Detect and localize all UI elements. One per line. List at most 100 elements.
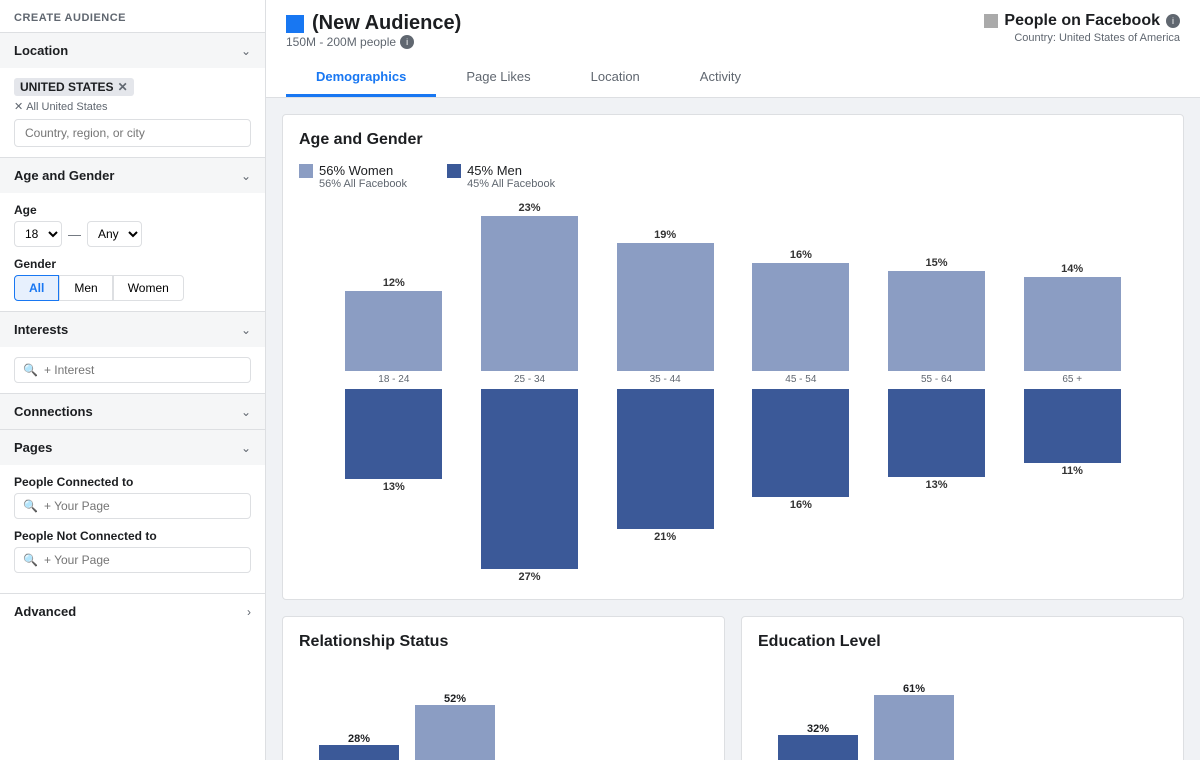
edu-bar-rect-1: [778, 735, 858, 760]
interests-label: Interests: [14, 322, 68, 337]
audience-info-icon[interactable]: i: [400, 35, 414, 49]
women-bars-row: 12% 23% 19% 16% 15% 14%: [299, 202, 1167, 371]
audience-icon: [286, 15, 304, 33]
audience-name-row: (New Audience): [286, 12, 461, 35]
interests-content: 🔍: [0, 347, 265, 393]
audience-size-row: 150M - 200M people i: [286, 35, 461, 49]
fb-info-icon[interactable]: i: [1166, 14, 1180, 28]
pages-chevron: ⌄: [241, 441, 251, 455]
men-pct: 13%: [926, 479, 948, 491]
location-input[interactable]: [14, 119, 251, 147]
location-remove-icon[interactable]: ✕: [118, 80, 128, 94]
tab-location[interactable]: Location: [561, 59, 670, 97]
edu-bar-2: 61%: [874, 683, 954, 760]
women-pct: 23%: [518, 202, 540, 214]
men-pct: 21%: [654, 531, 676, 543]
connections-chevron: ⌄: [241, 405, 251, 419]
not-connected-search-icon: 🔍: [23, 553, 38, 567]
people-connected-label: People Connected to: [14, 475, 251, 489]
women-pct: 14%: [1061, 263, 1083, 275]
men-bar-group: 11%: [1007, 389, 1137, 477]
men-bar-rect: [1024, 389, 1121, 463]
pages-content: People Connected to 🔍 People Not Connect…: [0, 465, 265, 593]
location-sub-remove[interactable]: ✕: [14, 100, 23, 113]
women-bar-group: 12%: [329, 277, 459, 371]
men-bar-rect: [481, 389, 578, 569]
advanced-row[interactable]: Advanced ›: [0, 594, 265, 629]
location-chevron: ⌄: [241, 44, 251, 58]
age-min-select[interactable]: 18: [14, 221, 62, 247]
advanced-label: Advanced: [14, 604, 76, 619]
location-sub: ✕ All United States: [14, 100, 251, 113]
location-tag: UNITED STATES ✕: [14, 78, 134, 96]
age-field-label: Age: [14, 203, 251, 217]
edu-bar-1: 32%: [778, 723, 858, 760]
audience-title: (New Audience): [312, 12, 461, 35]
men-bar-rect: [617, 389, 714, 529]
women-legend: 56% Women 56% All Facebook: [299, 163, 407, 190]
pages-header[interactable]: Pages ⌄: [0, 430, 265, 465]
main-area: (New Audience) 150M - 200M people i Peop…: [266, 0, 1200, 760]
pages-section: Pages ⌄ People Connected to 🔍 People Not…: [0, 430, 265, 594]
edu-pct-1: 32%: [807, 723, 829, 735]
people-connected-search: 🔍: [14, 493, 251, 519]
people-not-connected-input[interactable]: [44, 553, 242, 567]
men-bar-rect: [345, 389, 442, 479]
age-labels-row: 18 - 2425 - 3435 - 4445 - 5455 - 6465 +: [299, 371, 1167, 385]
women-legend-sub: 56% All Facebook: [319, 178, 407, 190]
interest-search-wrapper: 🔍: [14, 357, 251, 383]
women-pct: 19%: [654, 229, 676, 241]
interest-input[interactable]: [44, 363, 242, 377]
gender-field-label: Gender: [14, 257, 251, 271]
men-bar-rect: [752, 389, 849, 497]
women-bar-group: 15%: [872, 257, 1002, 371]
location-content: UNITED STATES ✕ ✕ All United States: [0, 68, 265, 157]
people-connected-input[interactable]: [44, 499, 242, 513]
age-row: 18 — Any: [14, 221, 251, 247]
fb-audience-sub: Country: United States of America: [1014, 32, 1180, 44]
tab-demographics[interactable]: Demographics: [286, 59, 436, 97]
men-pct: 11%: [1061, 465, 1082, 477]
men-bar-rect: [888, 389, 985, 477]
tab-activity[interactable]: Activity: [670, 59, 771, 97]
location-sub-text: All United States: [26, 101, 107, 113]
women-pct: 12%: [383, 277, 405, 289]
pages-label: Pages: [14, 440, 52, 455]
audience-info: (New Audience) 150M - 200M people i Peop…: [286, 12, 1180, 49]
rel-pct-1: 28%: [348, 733, 370, 745]
women-bar-rect: [481, 216, 578, 371]
connections-section: Connections ⌄: [0, 394, 265, 430]
women-bar-rect: [752, 263, 849, 371]
location-header[interactable]: Location ⌄: [0, 33, 265, 68]
age-gender-label: Age and Gender: [14, 168, 114, 183]
bottom-cards-row: Relationship Status 28% 52% Education Le…: [282, 616, 1184, 760]
education-title: Education Level: [758, 633, 1167, 651]
location-label: Location: [14, 43, 68, 58]
women-bar-rect: [345, 291, 442, 371]
rel-pct-2: 52%: [444, 693, 466, 705]
advanced-chevron: ›: [247, 605, 251, 619]
main-header: (New Audience) 150M - 200M people i Peop…: [266, 0, 1200, 98]
men-bar-group: 27%: [465, 389, 595, 583]
women-bar-group: 19%: [600, 229, 730, 371]
men-bar-group: 16%: [736, 389, 866, 511]
content-area: Age and Gender 56% Women 56% All Faceboo…: [266, 98, 1200, 760]
connections-header[interactable]: Connections ⌄: [0, 394, 265, 429]
gender-men-button[interactable]: Men: [59, 275, 112, 301]
gender-women-button[interactable]: Women: [113, 275, 184, 301]
men-pct: 27%: [518, 571, 540, 583]
interests-header[interactable]: Interests ⌄: [0, 312, 265, 347]
age-gender-card: Age and Gender 56% Women 56% All Faceboo…: [282, 114, 1184, 600]
age-gender-header[interactable]: Age and Gender ⌄: [0, 158, 265, 193]
tabs: Demographics Page Likes Location Activit…: [286, 59, 1180, 97]
women-legend-text: 56% Women: [319, 163, 393, 178]
location-input-wrapper: [14, 119, 251, 147]
men-bar-group: 13%: [329, 389, 459, 493]
age-gender-section: Age and Gender ⌄ Age 18 — Any Gender All…: [0, 158, 265, 312]
women-bar-group: 16%: [736, 249, 866, 371]
tab-page-likes[interactable]: Page Likes: [436, 59, 560, 97]
fb-audience: People on Facebook i Country: United Sta…: [984, 12, 1180, 44]
gender-buttons: All Men Women: [14, 275, 251, 301]
gender-all-button[interactable]: All: [14, 275, 59, 301]
age-max-select[interactable]: Any: [87, 221, 142, 247]
